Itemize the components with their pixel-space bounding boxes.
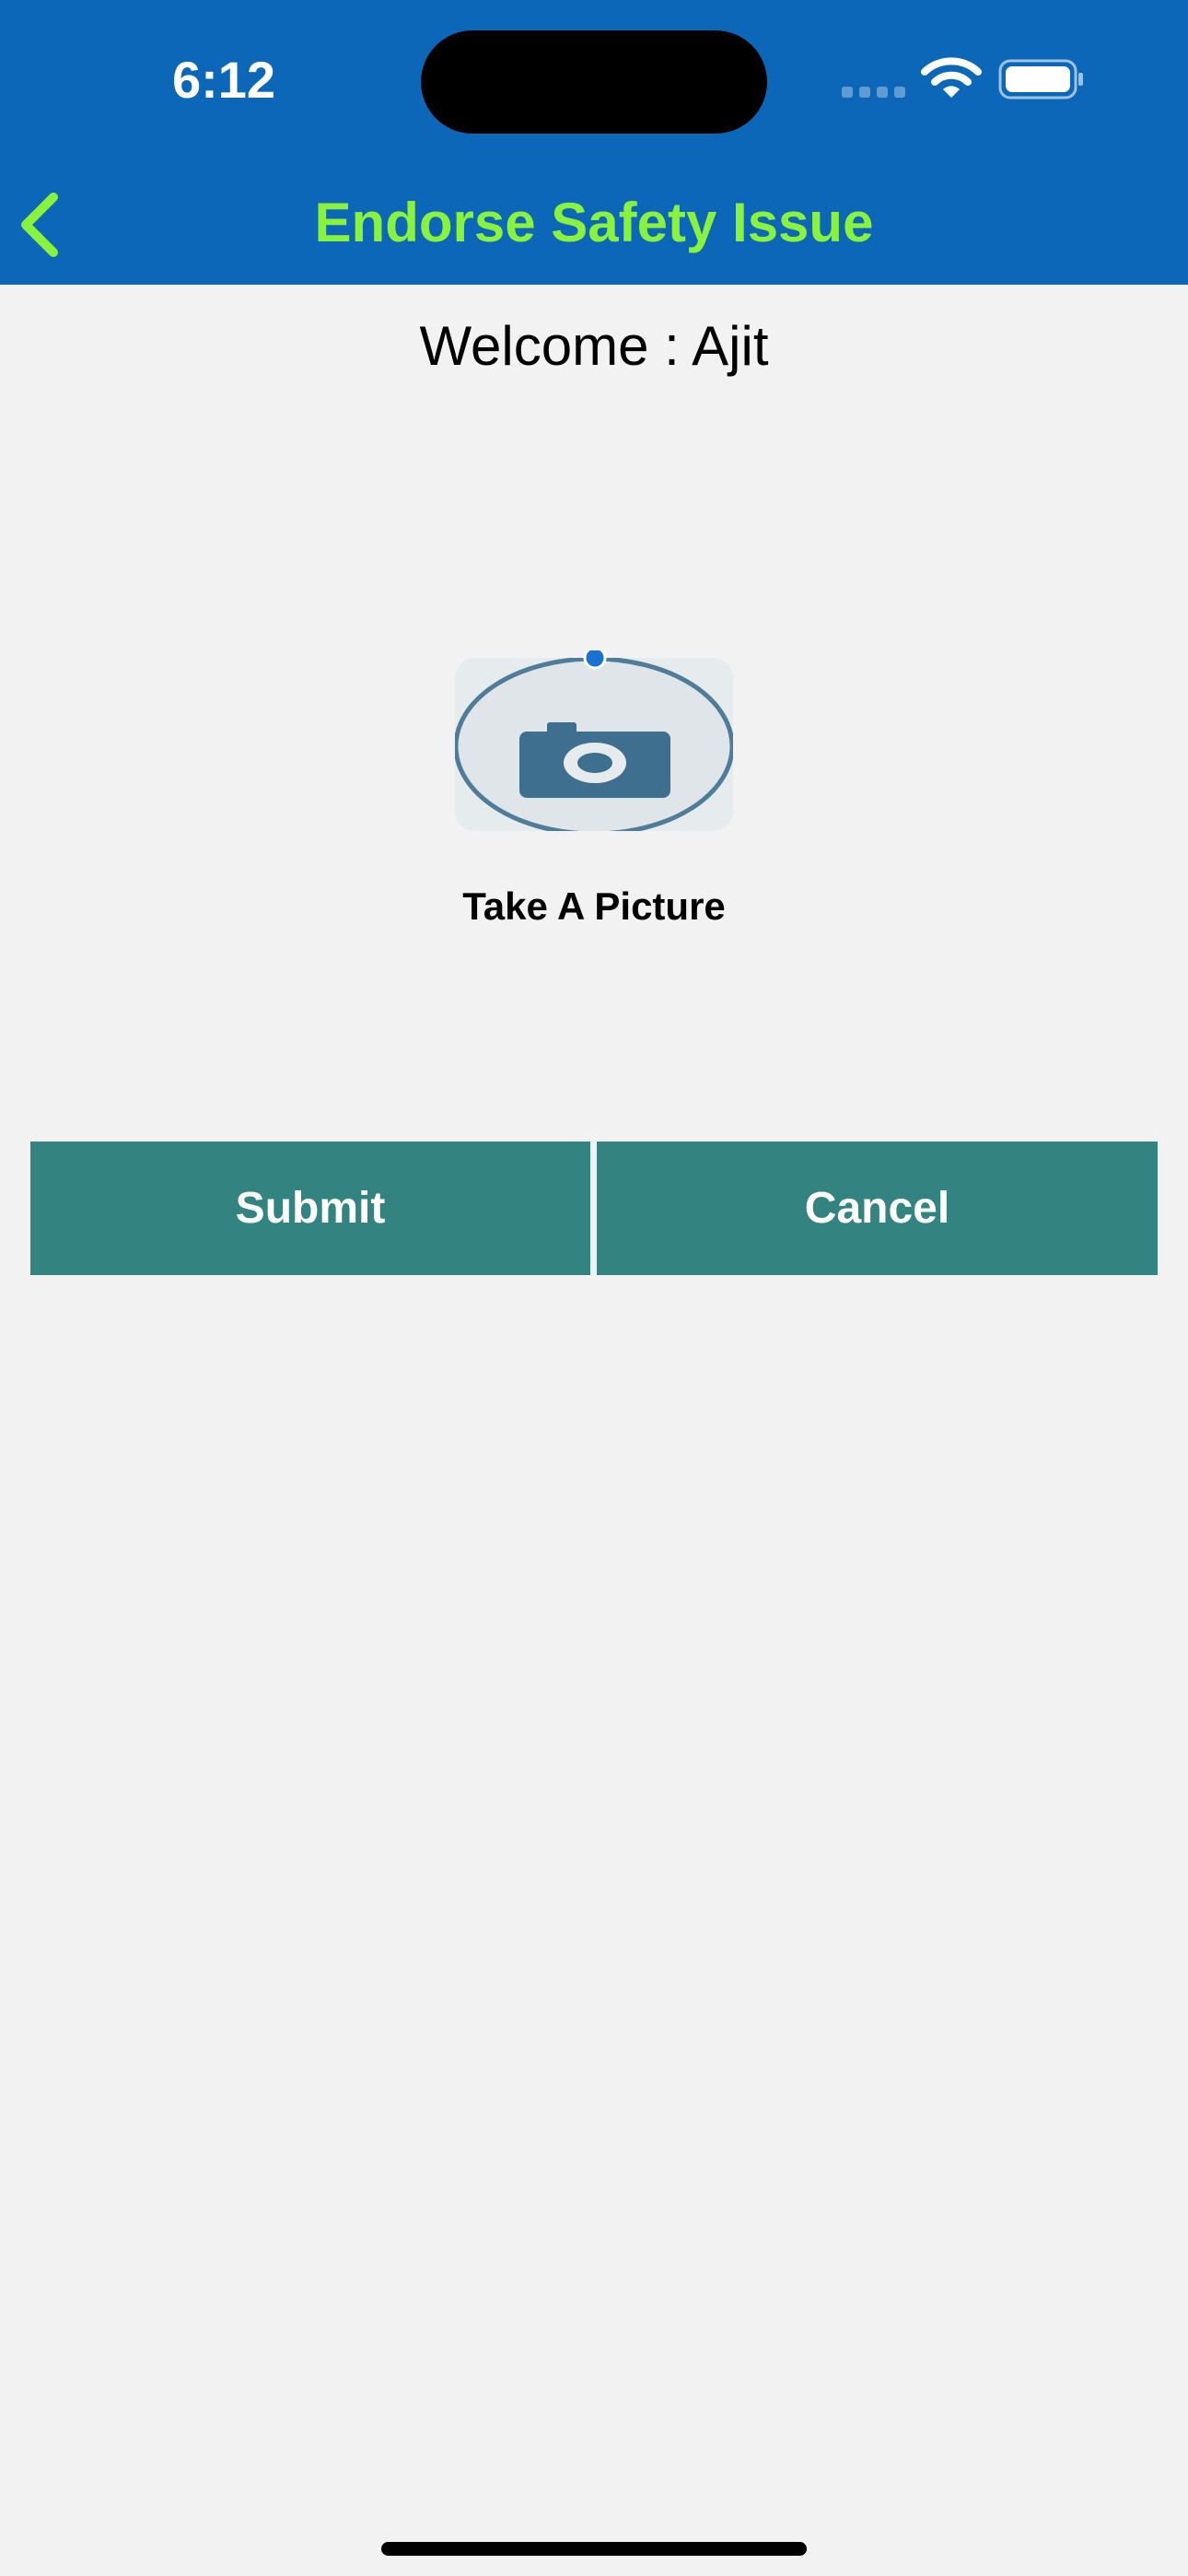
home-indicator bbox=[381, 2542, 807, 2556]
app-header: 6:12 Endorse Safety Issue bbox=[0, 0, 1188, 285]
cellular-signal-icon bbox=[842, 87, 906, 98]
chevron-left-icon bbox=[21, 193, 58, 257]
status-time: 6:12 bbox=[171, 51, 276, 109]
welcome-text: Welcome : Ajit bbox=[419, 315, 769, 377]
wifi-icon bbox=[921, 57, 982, 100]
back-button[interactable] bbox=[13, 188, 68, 262]
cancel-button[interactable]: Cancel bbox=[597, 1142, 1158, 1275]
dynamic-island bbox=[421, 30, 767, 134]
take-picture-button[interactable] bbox=[455, 650, 733, 831]
take-picture-label: Take A Picture bbox=[462, 884, 726, 928]
page-title: Endorse Safety Issue bbox=[314, 192, 874, 253]
battery-icon bbox=[998, 59, 1085, 100]
camera-icon bbox=[455, 650, 733, 831]
submit-button[interactable]: Submit bbox=[30, 1142, 590, 1275]
